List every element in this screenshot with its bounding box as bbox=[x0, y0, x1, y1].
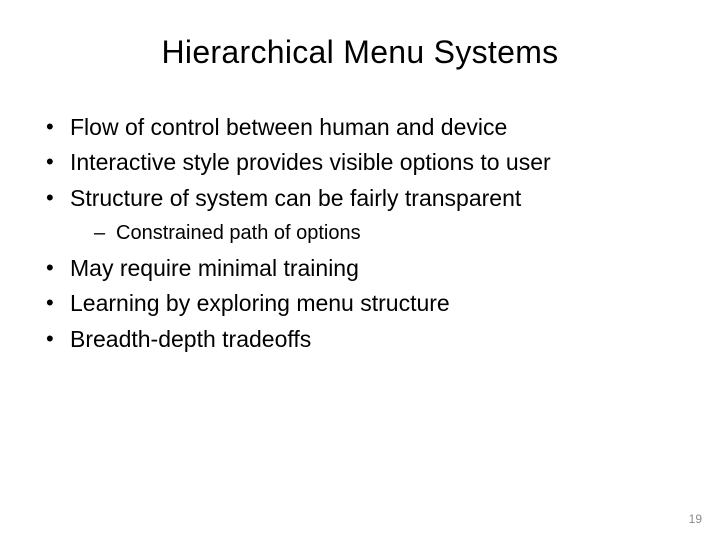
bullet-text: Structure of system can be fairly transp… bbox=[70, 185, 521, 211]
sub-bullet-item: Constrained path of options bbox=[94, 219, 684, 248]
bullet-item: Breadth-depth tradeoffs bbox=[44, 323, 684, 356]
bullet-text: Flow of control between human and device bbox=[70, 114, 507, 140]
bullet-item: Flow of control between human and device bbox=[44, 111, 684, 144]
bullet-text: May require minimal training bbox=[70, 255, 359, 281]
sub-bullet-text: Constrained path of options bbox=[116, 222, 361, 244]
slide: Hierarchical Menu Systems Flow of contro… bbox=[0, 0, 720, 540]
bullet-item: Learning by exploring menu structure bbox=[44, 287, 684, 320]
bullet-item: May require minimal training bbox=[44, 252, 684, 285]
bullet-item: Interactive style provides visible optio… bbox=[44, 146, 684, 179]
sub-bullet-list: Constrained path of options bbox=[70, 219, 684, 248]
bullet-text: Breadth-depth tradeoffs bbox=[70, 326, 311, 352]
slide-title: Hierarchical Menu Systems bbox=[36, 34, 684, 71]
bullet-list: Flow of control between human and device… bbox=[36, 111, 684, 356]
bullet-item: Structure of system can be fairly transp… bbox=[44, 182, 684, 248]
bullet-text: Learning by exploring menu structure bbox=[70, 290, 450, 316]
page-number: 19 bbox=[689, 512, 702, 526]
bullet-text: Interactive style provides visible optio… bbox=[70, 149, 551, 175]
